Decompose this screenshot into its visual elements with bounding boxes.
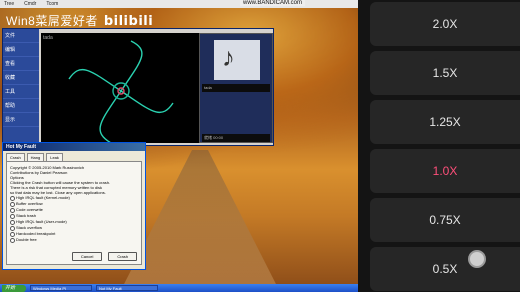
- album-art: ♪: [214, 40, 260, 80]
- menu-item: 文件: [3, 29, 39, 43]
- now-playing-panel: ♪ tada 就绪 00:00: [199, 33, 273, 143]
- cancel-button[interactable]: Cancel: [71, 252, 103, 261]
- dialog-tabs: Crash Hang Leak: [3, 151, 145, 161]
- visualization-icon: [68, 40, 174, 144]
- viz-track-label: tada: [43, 35, 53, 41]
- speed-option-1x[interactable]: 1.0X: [370, 149, 520, 193]
- menu-item: 收藏: [3, 71, 39, 85]
- music-note-icon: ♪: [222, 42, 235, 72]
- xp-taskbar: 开始 Windows Media Pl Not My Fault: [0, 284, 358, 292]
- status-row: 就绪 00:00: [202, 134, 270, 142]
- menu-item: 查看: [3, 57, 39, 71]
- speed-option-0-75x[interactable]: 0.75X: [370, 198, 520, 242]
- channel-watermark: Win8菜屌爱好者 bilibili: [6, 12, 153, 29]
- taskbar-item[interactable]: Not My Fault: [96, 285, 158, 291]
- option-radio[interactable]: Double free: [10, 237, 138, 243]
- dialog-body: Copyright © 2005-2010 Mark Russinovich C…: [6, 161, 142, 265]
- tab-leak[interactable]: Leak: [46, 153, 63, 161]
- video-frame[interactable]: Tree Cmdr Tcom www.BANDICAM.com Win8菜屌爱好…: [0, 0, 358, 292]
- notmyfault-dialog: Hot My Fault Crash Hang Leak Copyright ©…: [2, 142, 146, 270]
- menu-item: 编辑: [3, 43, 39, 57]
- speed-option-1-25x[interactable]: 1.25X: [370, 100, 520, 144]
- speed-option-2x[interactable]: 2.0X: [370, 2, 520, 46]
- window-left-menu: 文件 编辑 查看 收藏 工具 帮助 显示: [3, 29, 39, 145]
- channel-name: Win8菜屌爱好者: [6, 14, 98, 28]
- speed-option-0-5x[interactable]: 0.5X: [370, 247, 520, 291]
- visualization-pane: tada: [41, 33, 199, 144]
- dialog-title: Hot My Fault: [3, 143, 145, 151]
- start-button[interactable]: 开始: [2, 284, 26, 292]
- top-item: Cmdr: [24, 1, 37, 7]
- dialog-buttons: Cancel Crash: [71, 252, 137, 261]
- crash-button[interactable]: Crash: [108, 252, 137, 261]
- top-item: Tcom: [46, 1, 59, 7]
- menu-item: 帮助: [3, 99, 39, 113]
- tab-hang[interactable]: Hang: [26, 153, 45, 161]
- speed-option-1-5x[interactable]: 1.5X: [370, 51, 520, 95]
- playback-speed-panel: 2.0X 1.5X 1.25X 1.0X 0.75X 0.5X: [358, 0, 520, 292]
- recorder-watermark: www.BANDICAM.com: [240, 0, 306, 6]
- tab-crash[interactable]: Crash: [6, 153, 25, 161]
- menu-item: 工具: [3, 85, 39, 99]
- floating-control-handle[interactable]: [468, 250, 486, 268]
- media-window: 文件 编辑 查看 收藏 工具 帮助 显示 tada ♪ tada 就绪 00:0…: [2, 28, 274, 146]
- top-item: Tree: [4, 1, 15, 7]
- bilibili-logo: bilibili: [103, 14, 154, 29]
- track-row: tada: [202, 84, 270, 92]
- taskbar-item[interactable]: Windows Media Pl: [30, 285, 92, 291]
- menu-item: 显示: [3, 113, 39, 127]
